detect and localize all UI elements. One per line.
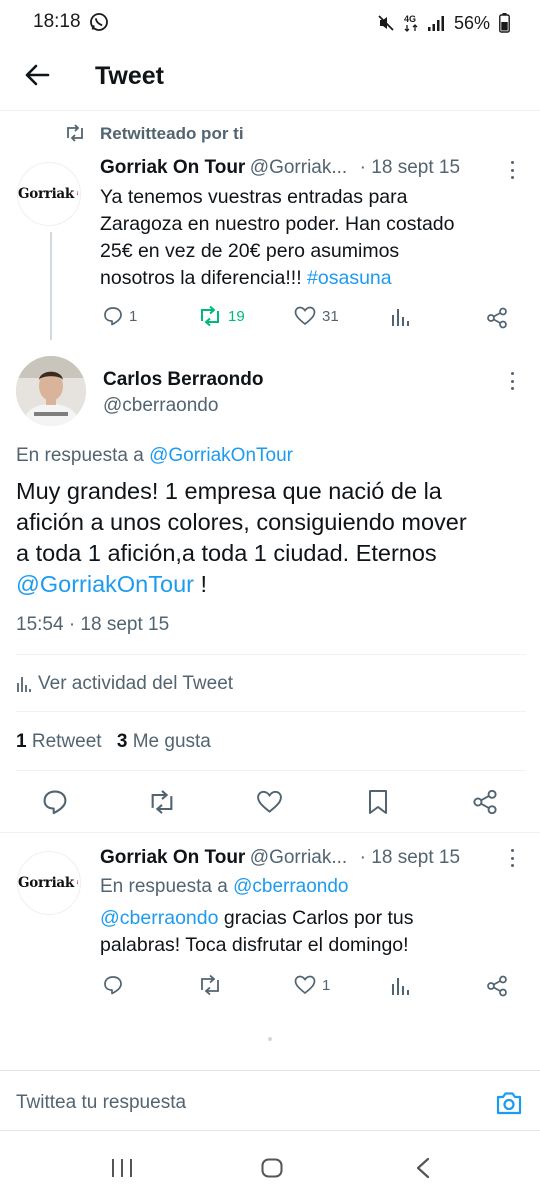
tweet-timestamp[interactable]: 15:54 · 18 sept 15	[16, 614, 169, 636]
heart-icon	[294, 306, 316, 326]
like-button[interactable]: 31	[294, 306, 339, 326]
like-count: 1	[322, 976, 331, 994]
retweet-icon	[198, 306, 222, 326]
heart-icon	[256, 790, 283, 814]
hashtag-link[interactable]: #osasuna	[307, 267, 392, 289]
share-button[interactable]	[486, 307, 508, 329]
status-bar: 18:18 4G 56%	[0, 0, 540, 46]
mention-link[interactable]: @GorriakOnTour	[16, 571, 194, 597]
avatar[interactable]	[16, 356, 86, 426]
author-name[interactable]: Gorriak On Tour	[100, 157, 245, 178]
home-icon[interactable]	[261, 1158, 283, 1178]
more-options-icon[interactable]	[509, 161, 515, 179]
parent-tweet-header: Gorriak On Tour @Gorriak... · 18 sept 15	[100, 157, 460, 179]
retweet-button[interactable]	[148, 790, 176, 814]
reply-icon	[103, 306, 123, 326]
back-nav-icon[interactable]	[415, 1157, 431, 1179]
likes-stat[interactable]: 3 Me gusta	[117, 731, 211, 752]
tweet-date[interactable]: · 18 sept 15	[360, 847, 460, 868]
mention-link[interactable]: @cberraondo	[100, 907, 218, 929]
system-nav-bar	[0, 1135, 540, 1200]
logo-badge: ⋮	[74, 880, 80, 886]
reply-to-handle-link[interactable]: @cberraondo	[233, 876, 348, 897]
share-icon	[486, 975, 508, 997]
composer-divider	[0, 1070, 540, 1071]
retweet-button[interactable]: 19	[198, 306, 245, 326]
analytics-icon	[16, 675, 32, 693]
thread-line	[50, 232, 52, 340]
avatar[interactable]: Gorriak ⋮	[17, 851, 81, 915]
views-button[interactable]	[391, 307, 409, 327]
reply-button[interactable]	[42, 789, 68, 815]
divider	[16, 770, 526, 771]
loading-dot	[268, 1037, 272, 1041]
reply-context: En respuesta a @cberraondo	[100, 876, 349, 897]
share-button[interactable]	[486, 975, 508, 997]
more-options-icon[interactable]	[509, 372, 515, 390]
camera-icon[interactable]	[495, 1090, 523, 1116]
main-tweet-text: Muy grandes! 1 empresa que nació de la a…	[16, 478, 467, 597]
reply-icon	[42, 789, 68, 815]
share-button[interactable]	[472, 789, 498, 815]
retweet-icon	[64, 124, 86, 142]
reply-icon	[103, 975, 123, 995]
author-name[interactable]: Carlos Berraondo	[103, 369, 263, 391]
divider	[0, 832, 540, 833]
retweet-icon	[198, 975, 222, 995]
retweets-stat[interactable]: 1 Retweet	[16, 731, 102, 752]
reply-button[interactable]	[103, 975, 123, 995]
author-handle[interactable]: @cberraondo	[103, 395, 218, 417]
retweet-count: 19	[228, 307, 245, 325]
like-button[interactable]: 1	[294, 975, 330, 995]
avatar[interactable]: Gorriak ⋮	[17, 162, 81, 226]
reply-button[interactable]: 1	[103, 306, 137, 326]
gorriak-logo: Gorriak	[18, 875, 74, 891]
parent-tweet-text: Ya tenemos vuestras entradas para Zarago…	[100, 186, 455, 289]
reply-tweet-header: Gorriak On Tour @Gorriak... · 18 sept 15	[100, 847, 460, 869]
reply-input[interactable]: Twittea tu respuesta	[16, 1092, 186, 1114]
whatsapp-icon	[89, 12, 109, 32]
like-count: 31	[322, 307, 339, 325]
tweet-stats: 1 Retweet 3 Me gusta	[16, 731, 211, 753]
retweet-button[interactable]	[198, 975, 222, 995]
gorriak-logo: Gorriak	[18, 186, 74, 202]
recent-apps-icon[interactable]	[110, 1158, 134, 1178]
battery-percent: 56%	[453, 12, 490, 33]
author-name[interactable]: Gorriak On Tour	[100, 847, 245, 868]
author-handle[interactable]: @Gorriak...	[250, 157, 347, 178]
share-icon	[486, 307, 508, 329]
retweet-icon	[148, 790, 176, 814]
divider	[16, 711, 526, 712]
header-divider	[0, 110, 540, 111]
back-arrow-icon[interactable]	[20, 58, 54, 92]
reply-count: 1	[129, 307, 138, 325]
view-activity-link[interactable]: Ver actividad del Tweet	[16, 673, 233, 695]
bookmark-icon	[367, 789, 389, 815]
tweet-date[interactable]: · 18 sept 15	[360, 157, 460, 178]
mute-icon	[377, 14, 395, 32]
reply-to-handle-link[interactable]: @GorriakOnTour	[149, 445, 293, 466]
status-time: 18:18	[33, 11, 81, 32]
author-handle[interactable]: @Gorriak...	[250, 847, 347, 868]
signal-icon	[427, 14, 445, 32]
retweeted-by-label: Retwitteado por ti	[100, 124, 244, 143]
reply-context: En respuesta a @GorriakOnTour	[16, 445, 293, 466]
logo-badge: ⋮	[74, 191, 80, 197]
battery-icon	[499, 13, 510, 33]
bookmark-button[interactable]	[367, 789, 389, 815]
composer-divider	[0, 1130, 540, 1131]
profile-photo	[16, 356, 86, 426]
like-button[interactable]	[256, 790, 283, 814]
page-title: Tweet	[95, 62, 164, 90]
status-icons: 4G 56%	[377, 10, 510, 36]
reply-tweet-text: @cberraondo gracias Carlos por tus palab…	[100, 907, 414, 956]
more-options-icon[interactable]	[509, 849, 515, 867]
network-4g-icon: 4G	[404, 14, 418, 32]
analytics-icon	[391, 976, 409, 996]
views-button[interactable]	[391, 976, 409, 996]
analytics-icon	[391, 307, 409, 327]
divider	[16, 654, 526, 655]
share-icon	[472, 789, 498, 815]
heart-icon	[294, 975, 316, 995]
